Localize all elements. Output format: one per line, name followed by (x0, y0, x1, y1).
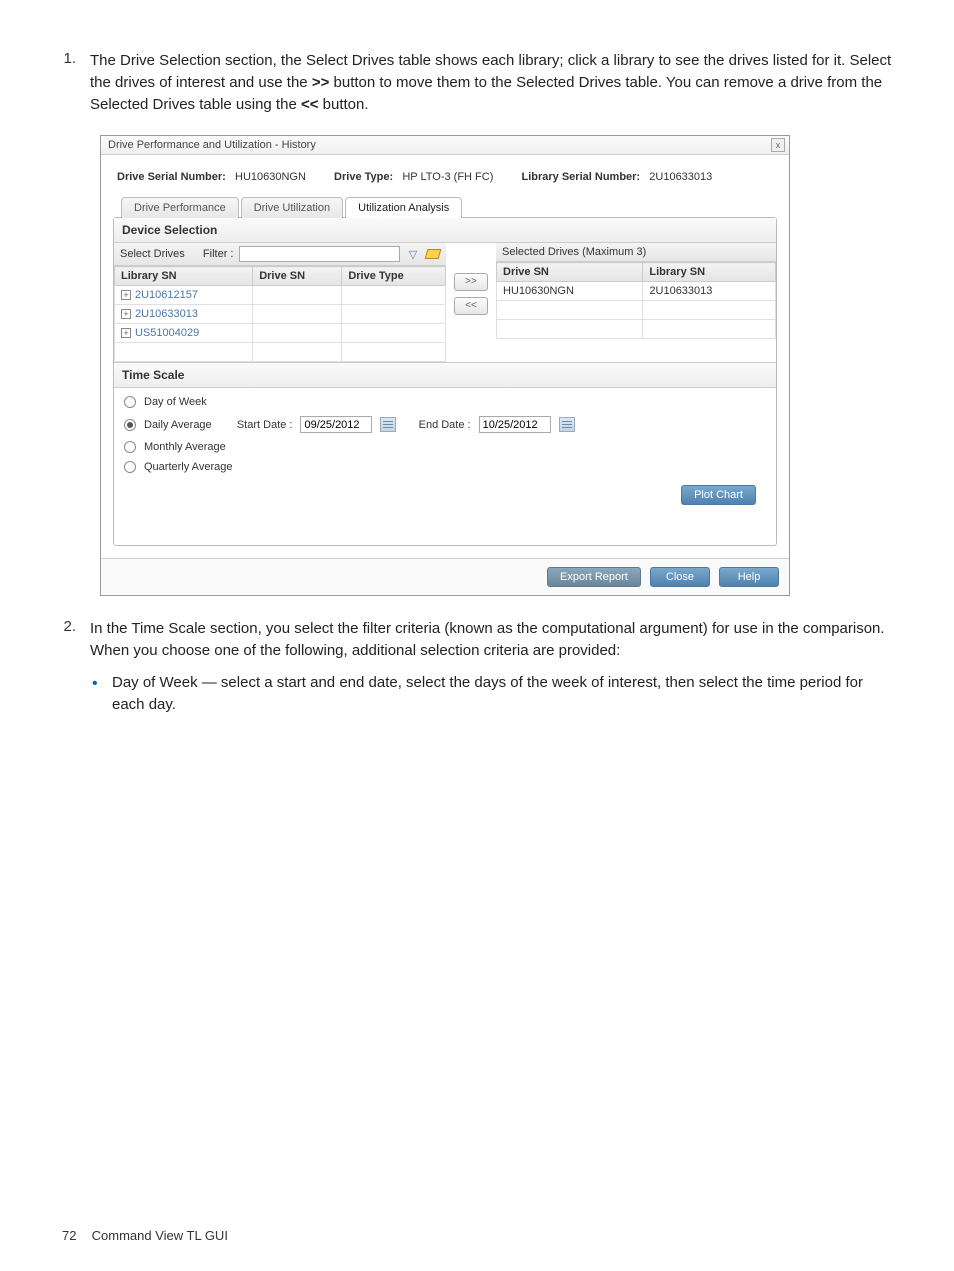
expand-icon[interactable]: + (121, 290, 131, 300)
window-titlebar: Drive Performance and Utilization - Hist… (101, 136, 789, 155)
step-1-text-c: button. (318, 96, 368, 113)
step-1-number: 1. (60, 50, 90, 115)
drive-serial-label: Drive Serial Number: (117, 171, 226, 183)
opt-daily-average: Daily Average (144, 419, 212, 431)
library-sn-value: US51004029 (135, 327, 199, 339)
table-row (497, 301, 776, 320)
opt-quarterly-average: Quarterly Average (144, 461, 232, 473)
page-footer: 72 Command View TL GUI (62, 1228, 228, 1243)
table-row[interactable]: + US51004029 (115, 324, 446, 343)
device-selection-title: Device Selection (114, 218, 776, 243)
page-footer-label: Command View TL GUI (92, 1228, 228, 1243)
info-row: Drive Serial Number: HU10630NGN Drive Ty… (113, 165, 777, 197)
start-date-label: Start Date : (237, 419, 293, 431)
remove-drive-button[interactable]: << (454, 297, 488, 315)
tab-bar: Drive Performance Drive Utilization Util… (121, 197, 777, 218)
col-drive-sn[interactable]: Drive SN (253, 267, 342, 286)
step-1-bold-b: << (301, 96, 319, 113)
step-2-number: 2. (60, 618, 90, 721)
close-button[interactable]: Close (650, 567, 710, 587)
step-1-bold-a: >> (312, 74, 330, 91)
filter-bar: Select Drives Filter : ▽ (114, 243, 446, 266)
select-drives-table: Library SN Drive SN Drive Type +2U106121… (114, 266, 446, 362)
library-serial-label: Library Serial Number: (522, 171, 641, 183)
col-sel-drive-sn[interactable]: Drive SN (497, 263, 643, 282)
library-sn-value: 2U10633013 (135, 308, 198, 320)
radio-monthly-average[interactable] (124, 441, 136, 453)
start-date-input[interactable] (300, 416, 372, 433)
drive-serial-value: HU10630NGN (235, 171, 306, 183)
end-date-label: End Date : (419, 419, 471, 431)
library-serial-value: 2U10633013 (649, 171, 712, 183)
step-2-text: In the Time Scale section, you select th… (90, 620, 885, 659)
screenshot-window: Drive Performance and Utilization - Hist… (100, 135, 790, 596)
table-row[interactable]: HU10630NGN 2U10633013 (497, 282, 776, 301)
table-row[interactable]: +2U10612157 (115, 286, 446, 305)
col-library-sn[interactable]: Library SN (115, 267, 253, 286)
calendar-icon[interactable] (559, 417, 575, 432)
step-2-body: In the Time Scale section, you select th… (90, 618, 894, 721)
filter-label: Filter : (203, 248, 234, 260)
table-row (497, 320, 776, 339)
col-sel-library-sn[interactable]: Library SN (643, 263, 776, 282)
export-report-button[interactable]: Export Report (547, 567, 641, 587)
page-number: 72 (62, 1228, 88, 1243)
select-drives-label: Select Drives (120, 248, 185, 260)
opt-day-of-week: Day of Week (144, 396, 207, 408)
bullet-text: Day of Week — select a start and end dat… (112, 672, 894, 716)
library-sn-value: 2U10612157 (135, 289, 198, 301)
tab-utilization-analysis[interactable]: Utilization Analysis (345, 197, 462, 218)
window-title: Drive Performance and Utilization - Hist… (108, 139, 316, 151)
selected-drives-table: Drive SN Library SN HU10630NGN 2U1063301… (496, 262, 776, 339)
drive-type-value: HP LTO-3 (FH FC) (402, 171, 493, 183)
help-button[interactable]: Help (719, 567, 779, 587)
funnel-icon[interactable]: ▽ (406, 247, 420, 261)
drive-type-label: Drive Type: (334, 171, 393, 183)
radio-daily-average[interactable] (124, 419, 136, 431)
col-drive-type[interactable]: Drive Type (342, 267, 446, 286)
selected-drives-header: Selected Drives (Maximum 3) (496, 243, 776, 262)
add-drive-button[interactable]: >> (454, 273, 488, 291)
time-scale-title: Time Scale (114, 362, 776, 388)
end-date-input[interactable] (479, 416, 551, 433)
window-close-button[interactable]: x (771, 138, 785, 152)
step-1-body: The Drive Selection section, the Select … (90, 50, 894, 115)
table-row[interactable]: +2U10633013 (115, 305, 446, 324)
tab-drive-performance[interactable]: Drive Performance (121, 197, 239, 218)
sub-bullet: • Day of Week — select a start and end d… (90, 672, 894, 716)
opt-monthly-average: Monthly Average (144, 441, 226, 453)
expand-icon[interactable]: + (121, 309, 131, 319)
filter-input[interactable] (239, 246, 400, 262)
clear-filter-icon[interactable] (426, 247, 440, 261)
sel-drive-sn-value: HU10630NGN (497, 282, 643, 301)
expand-icon[interactable]: + (121, 328, 131, 338)
plot-chart-button[interactable]: Plot Chart (681, 485, 756, 505)
table-row (115, 343, 446, 362)
radio-day-of-week[interactable] (124, 396, 136, 408)
radio-quarterly-average[interactable] (124, 461, 136, 473)
dialog-footer: Export Report Close Help (101, 558, 789, 595)
step-1: 1. The Drive Selection section, the Sele… (60, 50, 894, 115)
device-selection-section: Device Selection Select Drives Filter : … (113, 217, 777, 546)
calendar-icon[interactable] (380, 417, 396, 432)
tab-drive-utilization[interactable]: Drive Utilization (241, 197, 343, 218)
sel-library-sn-value: 2U10633013 (643, 282, 776, 301)
close-icon: x (776, 140, 781, 150)
step-2: 2. In the Time Scale section, you select… (60, 618, 894, 721)
bullet-icon: • (90, 672, 112, 716)
time-scale-body: Day of Week Daily Average Start Date : E… (114, 388, 776, 545)
